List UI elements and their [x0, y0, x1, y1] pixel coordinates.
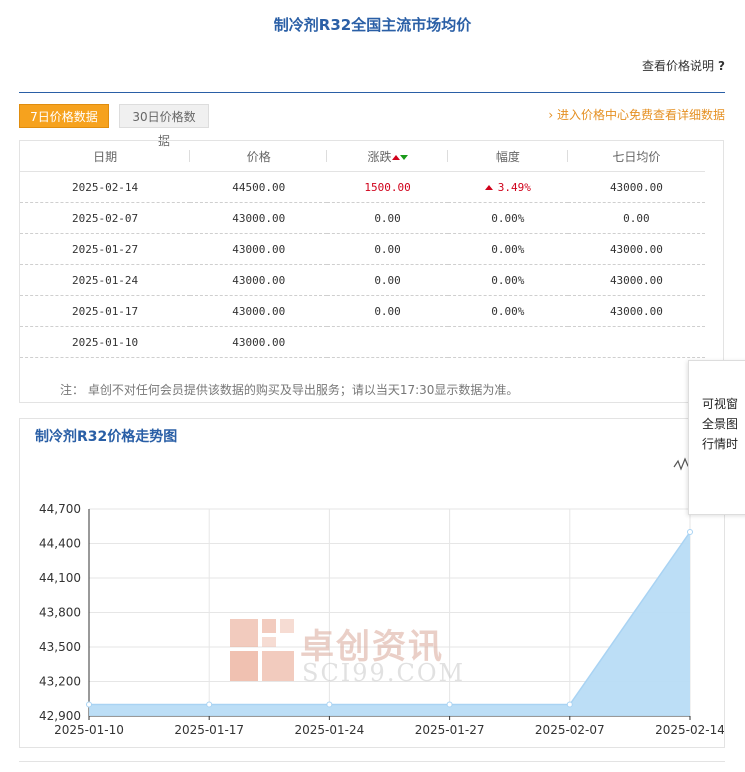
table-row: 2025-02-07 43000.00 0.00 0.00% 0.00 [20, 202, 705, 234]
cell-price: 43000.00 [190, 326, 328, 358]
sci99-logo-icon [230, 619, 294, 681]
cell-date: 2025-01-17 [20, 295, 191, 327]
table-row: 2025-02-14 44500.00 1500.00 3.49% 43000.00 [20, 171, 705, 203]
data-point [206, 701, 213, 708]
price-note-link[interactable]: 查看价格说明? [642, 57, 725, 74]
price-note-label: 查看价格说明 [642, 59, 715, 73]
cell-pct: 0.00% [447, 202, 568, 234]
title-divider [19, 92, 725, 93]
cell-change [327, 326, 448, 358]
x-tick-label: 2025-01-10 [54, 723, 124, 737]
cell-7day-avg: 43000.00 [567, 233, 705, 265]
cell-date: 2025-01-24 [20, 264, 191, 296]
x-tick-label: 2025-02-14 [655, 723, 725, 737]
help-icon: ? [718, 59, 725, 73]
tab-30-day-data[interactable]: 30日价格数据 [119, 104, 209, 148]
y-tick-label: 44,700 [39, 502, 81, 516]
sort-down-icon[interactable] [399, 154, 408, 160]
sort-up-icon[interactable] [391, 154, 400, 160]
cell-price: 44500.00 [190, 171, 328, 203]
price-center-link[interactable]: › 进入价格中心免费查看详细数据 [548, 106, 725, 123]
cell-7day-avg: 43000.00 [567, 171, 705, 203]
up-arrow-icon [484, 185, 493, 190]
col-price: 价格 [190, 141, 328, 172]
data-point [687, 529, 693, 535]
cell-pct: 0.00% [447, 295, 568, 327]
cell-7day-avg: 43000.00 [567, 264, 705, 296]
y-tick-label: 44,100 [39, 571, 81, 585]
sci99-watermark: 卓创资讯 SCI99.COM [230, 619, 463, 687]
y-tick-label: 43,200 [39, 675, 81, 689]
y-tick-label: 42,900 [39, 709, 81, 723]
cell-date: 2025-01-27 [20, 233, 191, 265]
price-center-link-label: 进入价格中心免费查看详细数据 [556, 108, 725, 122]
table-row: 2025-01-17 43000.00 0.00 0.00% 43000.00 [20, 295, 705, 327]
cell-7day-avg [567, 326, 705, 358]
col-7day-avg: 七日均价 [567, 141, 705, 172]
cell-price: 43000.00 [190, 264, 328, 296]
cell-price: 43000.00 [190, 202, 328, 234]
y-tick-label: 43,800 [39, 606, 81, 620]
col-change[interactable]: 涨跌 [327, 141, 448, 172]
cell-pct: 0.00% [447, 264, 568, 296]
data-point [86, 701, 92, 708]
chevron-right-icon: › [548, 108, 554, 122]
y-tick-label: 44,400 [39, 537, 81, 551]
data-point [566, 701, 573, 708]
x-tick-label: 2025-01-27 [415, 723, 485, 737]
chart-plot: 42,900 43,200 43,500 43,800 44,100 44,400 44,7… [39, 502, 725, 737]
cell-pct [447, 326, 568, 358]
cell-change: 0.00 [327, 295, 448, 327]
col-pct: 幅度 [447, 141, 568, 172]
data-point [326, 701, 333, 708]
cell-change: 0.00 [327, 233, 448, 265]
cell-pct: 3.49% [447, 171, 568, 203]
table-row: 2025-01-27 43000.00 0.00 0.00% 43000.00 [20, 233, 705, 265]
price-table-panel: 日期 价格 涨跌 幅度 七日均价 2025-02-14 44500.00 1500.… [19, 140, 724, 403]
popup-item-market-time[interactable]: 行情时 [689, 434, 745, 454]
cell-pct: 0.00% [447, 233, 568, 265]
cell-change: 0.00 [327, 202, 448, 234]
floating-tool-panel[interactable]: 可视窗 全景图 行情时 [688, 360, 745, 515]
cell-7day-avg: 43000.00 [567, 295, 705, 327]
table-row: 2025-01-24 43000.00 0.00 0.00% 43000.00 [20, 264, 705, 296]
cell-change: 1500.00 [327, 171, 448, 203]
cell-date: 2025-02-07 [20, 202, 191, 234]
x-tick-label: 2025-01-17 [174, 723, 244, 737]
cell-date: 2025-02-14 [20, 171, 191, 203]
y-tick-label: 43,500 [39, 640, 81, 654]
disclaimer: 注： 卓创不对任何会员提供该数据的购买及导出服务；请以当天17:30显示数据为准… [60, 383, 519, 397]
x-tick-label: 2025-01-24 [295, 723, 365, 737]
x-tick-label: 2025-02-07 [535, 723, 605, 737]
page-title: 制冷剂R32全国主流市场均价 [273, 16, 472, 34]
next-panel-edge [19, 761, 725, 772]
cell-date: 2025-01-10 [20, 326, 191, 358]
cell-7day-avg: 0.00 [567, 202, 705, 234]
price-trend-chart: 制冷剂R32价格走势图 42,900 43,200 43,500 43,800 44,1… [19, 418, 725, 748]
tab-7-day-data[interactable]: 7日价格数据 [19, 104, 109, 128]
table-row: 2025-01-10 43000.00 [20, 326, 705, 358]
data-point [446, 701, 453, 708]
cell-price: 43000.00 [190, 295, 328, 327]
cell-price: 43000.00 [190, 233, 328, 265]
table-header-row: 日期 价格 涨跌 幅度 七日均价 [20, 141, 705, 172]
col-date: 日期 [20, 141, 191, 172]
cell-change: 0.00 [327, 264, 448, 296]
price-table: 日期 价格 涨跌 幅度 七日均价 2025-02-14 44500.00 1500.… [20, 141, 705, 358]
popup-item-panorama[interactable]: 全景图 [689, 414, 745, 434]
popup-item-visual-window[interactable]: 可视窗 [689, 394, 745, 414]
